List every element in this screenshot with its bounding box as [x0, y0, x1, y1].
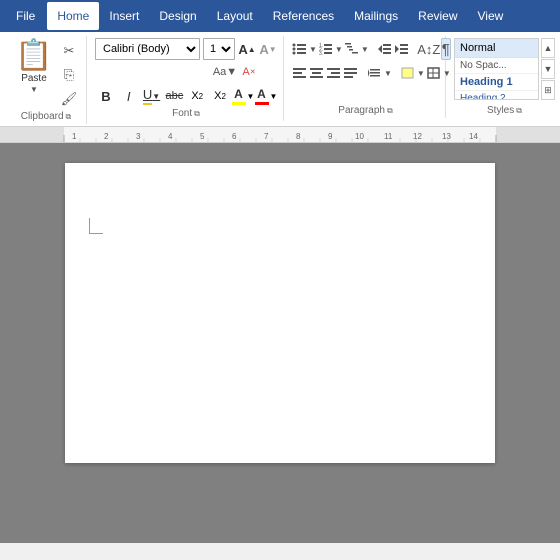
svg-text:1: 1 [72, 132, 77, 141]
svg-text:11: 11 [384, 132, 393, 141]
ruler[interactable]: 1 2 3 4 5 6 7 8 9 10 11 12 13 14 [0, 127, 560, 143]
text-cursor [89, 218, 103, 234]
superscript-button[interactable]: X2 [209, 85, 231, 107]
bold-button[interactable]: B [95, 85, 117, 107]
menu-references[interactable]: References [263, 2, 344, 30]
clipboard-group: 📋 Paste ▼ ✂ ⎘ 🖌 Clipboard ⧉ [6, 36, 87, 124]
paragraph-group-label: Paragraph ⧉ [286, 105, 445, 116]
svg-text:8: 8 [296, 132, 301, 141]
menu-bar: File Home Insert Design Layout Reference… [0, 0, 560, 32]
svg-text:3: 3 [136, 132, 141, 141]
menu-mailings[interactable]: Mailings [344, 2, 408, 30]
styles-scroll-down[interactable]: ▼ [541, 59, 555, 79]
font-size-select[interactable]: 11 [203, 38, 235, 60]
clipboard-label: Clipboard ⧉ [6, 111, 86, 122]
font-group-label: Font ⧉ [89, 108, 283, 119]
svg-text:13: 13 [442, 132, 451, 141]
styles-list: Normal No Spac... Heading 1 Heading 2 [454, 38, 539, 100]
borders-button[interactable] [426, 62, 442, 84]
paste-button[interactable]: 📋 Paste ▼ [12, 38, 56, 96]
sort-button[interactable]: A↕Z [418, 38, 440, 60]
paragraph-dialog-launcher[interactable]: ⧉ [387, 106, 393, 116]
svg-text:6: 6 [232, 132, 237, 141]
line-spacing-button[interactable] [367, 62, 383, 84]
text-highlight-button[interactable]: A ▼ [232, 85, 254, 107]
menu-view[interactable]: View [468, 2, 514, 30]
multilevel-list-button[interactable] [344, 38, 360, 60]
align-center-button[interactable] [309, 62, 325, 84]
shading-button[interactable] [400, 62, 416, 84]
justify-button[interactable] [343, 62, 359, 84]
styles-dialog-launcher[interactable]: ⧉ [516, 106, 522, 116]
menu-home[interactable]: Home [47, 2, 99, 30]
menu-design[interactable]: Design [149, 2, 206, 30]
ribbon: 📋 Paste ▼ ✂ ⎘ 🖌 Clipboard ⧉ Calibri (Bod… [0, 32, 560, 127]
svg-text:12: 12 [413, 132, 422, 141]
copy-button[interactable]: ⎘ [58, 64, 80, 86]
align-left-button[interactable] [292, 62, 308, 84]
font-shrink-button[interactable]: A▼ [259, 39, 277, 59]
clipboard-dialog-launcher[interactable]: ⧉ [66, 112, 72, 122]
increase-indent-button[interactable] [394, 38, 410, 60]
clipboard-actions: ✂ ⎘ 🖌 [58, 38, 80, 110]
align-right-button[interactable] [326, 62, 342, 84]
font-color-button[interactable]: A ▼ [255, 85, 277, 107]
numbering-button[interactable]: 1.2.3. [318, 38, 334, 60]
styles-expand[interactable]: ⊞ [541, 80, 555, 100]
svg-text:2: 2 [104, 132, 109, 141]
clear-format-button[interactable]: A✕ [240, 62, 258, 82]
decrease-indent-button[interactable] [377, 38, 393, 60]
style-no-spacing[interactable]: No Spac... [455, 58, 538, 74]
svg-text:14: 14 [469, 132, 478, 141]
paste-icon: 📋 [15, 41, 52, 71]
styles-group-label: Styles ⧉ [448, 105, 560, 116]
svg-text:7: 7 [264, 132, 269, 141]
svg-text:5: 5 [200, 132, 205, 141]
style-normal[interactable]: Normal [455, 39, 538, 58]
strikethrough-button[interactable]: abc [163, 85, 185, 107]
svg-text:3.: 3. [319, 51, 323, 57]
font-family-select[interactable]: Calibri (Body) [95, 38, 200, 60]
font-grow-button[interactable]: A▲ [238, 39, 256, 59]
style-heading2[interactable]: Heading 2 [455, 91, 538, 100]
styles-navigation: ▲ ▼ ⊞ [541, 38, 555, 100]
bullets-button[interactable] [292, 38, 308, 60]
paste-label: Paste [21, 73, 47, 84]
menu-file[interactable]: File [4, 2, 47, 30]
svg-text:9: 9 [328, 132, 333, 141]
ruler-marks: 1 2 3 4 5 6 7 8 9 10 11 12 13 14 [0, 127, 560, 143]
paragraph-group: ▼ 1.2.3. ▼ ▼ A↕Z ¶ [286, 36, 446, 118]
underline-button[interactable]: U ▼ [141, 85, 163, 107]
font-dialog-launcher[interactable]: ⧉ [194, 109, 200, 119]
menu-layout[interactable]: Layout [207, 2, 263, 30]
subscript-button[interactable]: X2 [186, 85, 208, 107]
styles-group: Normal No Spac... Heading 1 Heading 2 ▲ … [448, 36, 560, 118]
document-area[interactable] [0, 143, 560, 543]
svg-text:10: 10 [355, 132, 364, 141]
menu-insert[interactable]: Insert [99, 2, 149, 30]
italic-button[interactable]: I [118, 85, 140, 107]
document-page[interactable] [65, 163, 495, 463]
change-case-button[interactable]: Aa▼ [212, 62, 238, 82]
styles-scroll-up[interactable]: ▲ [541, 38, 555, 58]
menu-review[interactable]: Review [408, 2, 467, 30]
svg-text:4: 4 [168, 132, 173, 141]
style-heading1[interactable]: Heading 1 [455, 74, 538, 91]
format-painter-button[interactable]: 🖌 [58, 88, 80, 110]
font-group: Calibri (Body) 11 A▲ A▼ Aa▼ A✕ B I [89, 36, 284, 121]
cut-button[interactable]: ✂ [58, 40, 80, 62]
